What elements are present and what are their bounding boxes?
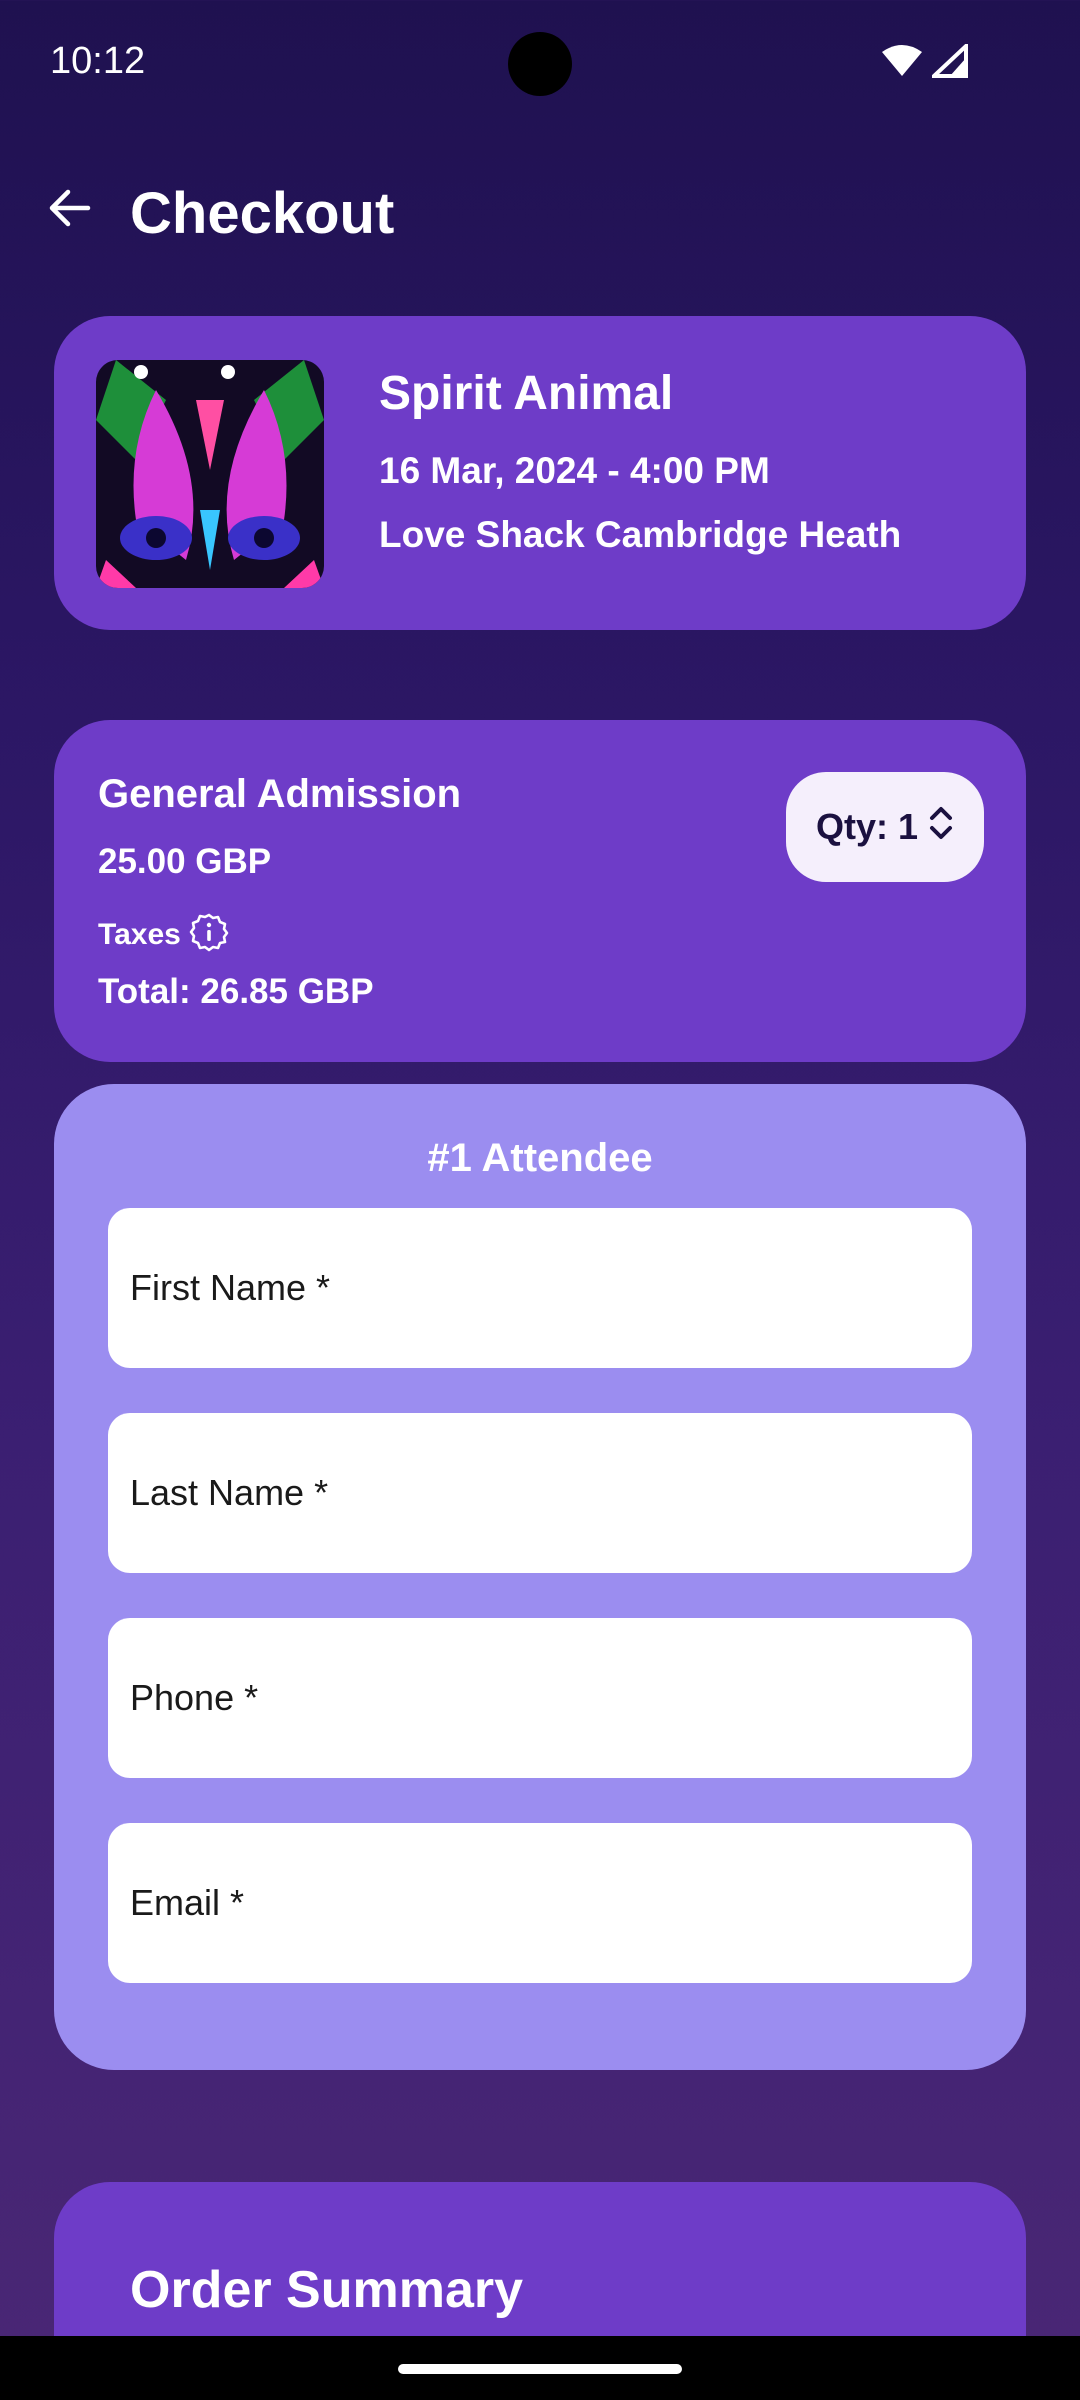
home-gesture-handle[interactable] [398,2364,682,2374]
email-field[interactable]: Email * [108,1823,972,1983]
order-summary-title: Order Summary [130,2261,524,2319]
page-title: Checkout [130,181,395,246]
email-label: Email * [130,1882,245,1923]
event-name: Spirit Animal [379,367,674,420]
taxes-label: Taxes [98,917,181,951]
event-venue: Love Shack Cambridge Heath [379,514,902,555]
quantity-selector[interactable]: Qty: 1 [786,772,984,882]
status-icons [882,41,968,83]
status-bar: 10:12 [0,0,1080,130]
ticket-total: Total: 26.85 GBP [98,972,374,1011]
phone-field[interactable]: Phone * [108,1618,972,1778]
signal-icon [928,41,968,83]
arrow-left-icon [48,188,92,233]
last-name-field[interactable]: Last Name * [108,1413,972,1573]
info-icon[interactable] [189,912,229,957]
event-image [96,360,324,588]
ticket-type-name: General Admission [98,772,462,816]
event-date: 16 Mar, 2024 - 4:00 PM [379,450,770,491]
wifi-icon [882,44,922,83]
last-name-label: Last Name * [130,1472,329,1513]
taxes-row[interactable]: Taxes [98,912,229,957]
first-name-field[interactable]: First Name * [108,1208,972,1368]
navigation-bar [0,2336,1080,2400]
phone-label: Phone * [130,1677,259,1718]
quantity-label: Qty: 1 [815,806,919,847]
app-bar: Checkout [0,170,1080,260]
first-name-label: First Name * [130,1267,331,1308]
attendee-title: #1 Attendee [427,1136,653,1180]
event-card: Spirit Animal 16 Mar, 2024 - 4:00 PM Lov… [54,316,1026,630]
status-time: 10:12 [50,40,146,82]
camera-cutout [508,32,572,96]
ticket-card: General Admission 25.00 GBP Taxes Total:… [54,720,1026,1062]
unfold-chevrons-icon [928,803,954,852]
attendee-form-card: #1 Attendee First Name * Last Name * Pho… [54,1084,1026,2070]
ticket-price: 25.00 GBP [98,842,272,881]
back-button[interactable] [40,180,100,240]
